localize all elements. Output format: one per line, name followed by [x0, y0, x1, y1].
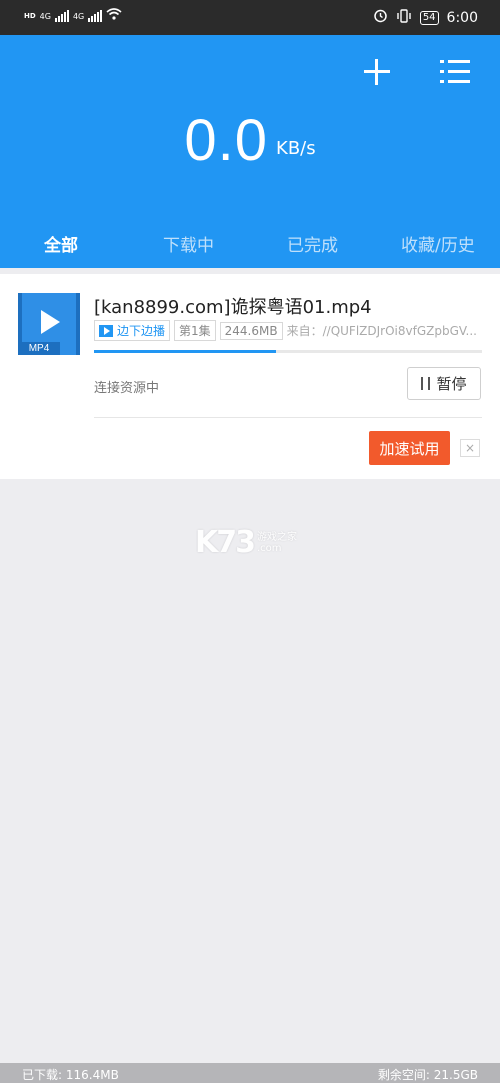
- file-type-label: MP4: [18, 342, 60, 355]
- wifi-icon: [106, 8, 122, 24]
- network-type-1: 4G: [39, 11, 51, 21]
- close-icon[interactable]: ×: [460, 439, 480, 457]
- tab-downloading[interactable]: 下载中: [163, 231, 214, 256]
- download-task-card[interactable]: MP4 [kan8899.com]诡探粤语01.mp4 边下边播 第1集 244…: [0, 274, 500, 479]
- episode-tag: 第1集: [174, 320, 216, 341]
- play-icon: [99, 324, 113, 337]
- status-right: 54 6:00: [373, 8, 478, 27]
- download-header: 0.0 KB/s 全部 下载中 已完成 收藏/历史: [0, 35, 500, 268]
- tab-completed[interactable]: 已完成: [287, 231, 338, 256]
- battery-icon: 54: [419, 10, 439, 25]
- task-title: [kan8899.com]诡探粤语01.mp4: [94, 297, 372, 318]
- watermark-logo: K73: [195, 525, 256, 560]
- pause-icon: [421, 377, 431, 390]
- progress-bar: [94, 350, 482, 353]
- play-tag-label: 边下边播: [117, 324, 166, 338]
- accelerate-trial-button[interactable]: 加速试用: [369, 431, 450, 465]
- source-url: 来自：//QUFlZDJrOi8vfGZpbGV...: [286, 324, 477, 338]
- hd-indicator: HD: [24, 11, 36, 20]
- watermark-sub-2: .com: [257, 542, 282, 554]
- size-tag: 244.6MB: [219, 321, 283, 340]
- tab-favorites-history[interactable]: 收藏/历史: [401, 231, 475, 256]
- storage-footer: 已下载: 116.4MB 剩余空间: 21.5GB: [0, 1063, 500, 1083]
- signal-icon: [54, 10, 69, 22]
- downloaded-size: 已下载: 116.4MB: [22, 1068, 119, 1082]
- progress-fill: [94, 350, 277, 353]
- task-meta: 边下边播 第1集 244.6MB 来自：//QUFlZDJrOi8vfGZpbG…: [94, 320, 477, 341]
- task-status: 连接资源中: [94, 381, 160, 396]
- tab-all[interactable]: 全部: [44, 231, 78, 256]
- clock: 6:00: [446, 9, 478, 26]
- speed-unit: KB/s: [276, 138, 316, 159]
- signal-area: HD 4G 4G: [24, 8, 122, 24]
- status-bar: HD 4G 4G 54 6:00: [0, 0, 500, 35]
- list-menu-icon[interactable]: [440, 58, 470, 86]
- watermark-sub: 游戏之家 .com: [257, 532, 297, 554]
- add-icon[interactable]: [362, 57, 392, 87]
- watermark-sub-1: 游戏之家: [257, 531, 297, 543]
- tab-bar: 全部 下载中 已完成 收藏/历史: [0, 231, 500, 261]
- watermark: K73 游戏之家 .com: [195, 525, 297, 560]
- download-speed: 0.0 KB/s: [0, 107, 500, 174]
- play-while-downloading-button[interactable]: 边下边播: [94, 320, 171, 341]
- pause-label: 暂停: [436, 375, 467, 393]
- divider: [94, 417, 482, 418]
- speed-value: 0.0: [184, 108, 269, 173]
- video-file-icon: MP4: [18, 293, 80, 355]
- vibrate-icon: [396, 8, 412, 27]
- pause-button[interactable]: 暂停: [407, 367, 481, 400]
- play-icon: [41, 310, 60, 334]
- network-type-2: 4G: [72, 11, 85, 21]
- free-space: 剩余空间: 21.5GB: [377, 1068, 478, 1082]
- signal-icon-2: [88, 10, 103, 22]
- alarm-icon: [373, 8, 388, 27]
